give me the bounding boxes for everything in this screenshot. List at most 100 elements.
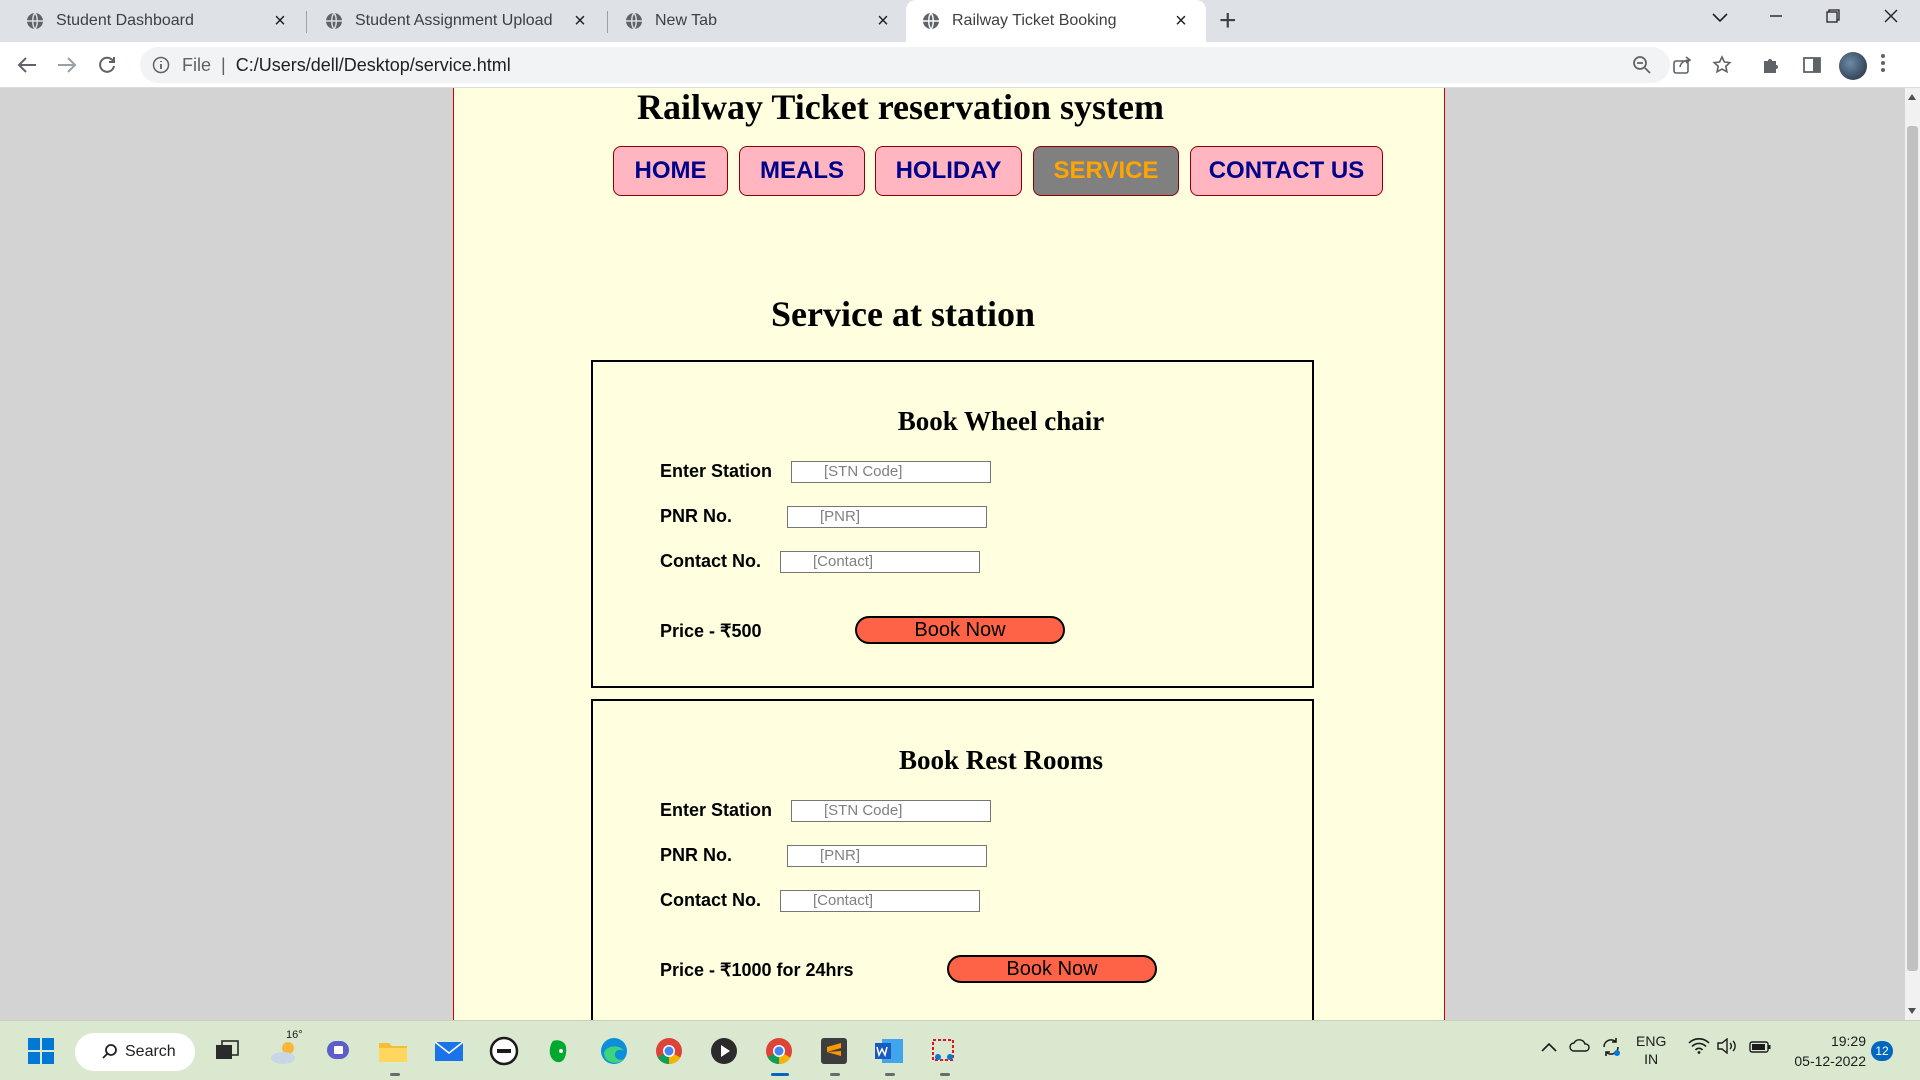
new-tab-button[interactable]: + bbox=[1219, 6, 1237, 36]
notification-badge[interactable]: 12 bbox=[1871, 1041, 1893, 1061]
page-viewport: Railway Ticket reservation system HOME M… bbox=[0, 88, 1905, 1020]
tab-title: New Tab bbox=[655, 12, 717, 29]
mail-icon[interactable] bbox=[431, 1033, 467, 1069]
address-bar[interactable]: File | C:/Users/dell/Desktop/service.htm… bbox=[140, 47, 1670, 83]
chrome-icon[interactable] bbox=[651, 1033, 687, 1069]
region-code: IN bbox=[1644, 1051, 1659, 1067]
onedrive-cloud-icon[interactable] bbox=[1569, 1038, 1591, 1055]
zoom-out-icon[interactable] bbox=[1627, 50, 1657, 80]
clock-date: 05-12-2022 bbox=[1794, 1053, 1866, 1069]
close-window-icon[interactable] bbox=[1876, 6, 1906, 29]
nav-home[interactable]: HOME bbox=[613, 146, 728, 196]
tab-student-assignment-upload[interactable]: Student Assignment Upload × bbox=[307, 0, 605, 42]
tab-title: Student Assignment Upload bbox=[355, 12, 553, 29]
share-icon[interactable] bbox=[1667, 50, 1697, 80]
extensions-puzzle-icon[interactable] bbox=[1756, 50, 1786, 80]
sync-icon[interactable] bbox=[1600, 1036, 1622, 1061]
tab-close-button[interactable]: × bbox=[269, 10, 291, 32]
running-app-indicator bbox=[940, 1073, 950, 1076]
minimize-icon[interactable] bbox=[1761, 6, 1791, 29]
back-arrow-icon[interactable] bbox=[12, 50, 42, 80]
language-indicator[interactable]: ENG IN bbox=[1636, 1032, 1666, 1068]
tab-close-button[interactable]: × bbox=[1170, 10, 1192, 32]
tab-student-dashboard[interactable]: Student Dashboard × bbox=[0, 0, 305, 42]
url-text[interactable]: C:/Users/dell/Desktop/service.html bbox=[236, 55, 511, 76]
info-icon[interactable] bbox=[150, 54, 172, 76]
scheme-separator: | bbox=[221, 54, 226, 75]
file-explorer-icon[interactable] bbox=[375, 1033, 411, 1069]
weather-temperature: 16° bbox=[286, 1029, 303, 1041]
contact-label: Contact No. bbox=[660, 890, 761, 910]
language-code: ENG bbox=[1636, 1033, 1667, 1049]
pnr-input[interactable]: [PNR] bbox=[787, 845, 987, 867]
scheme-label: File bbox=[182, 54, 212, 75]
scroll-up-arrow-icon[interactable] bbox=[1908, 94, 1916, 100]
site-title: Railway Ticket reservation system bbox=[637, 88, 1164, 127]
globe-icon bbox=[27, 12, 43, 30]
media-player-icon[interactable] bbox=[706, 1033, 742, 1069]
station-input[interactable]: [STN Code] bbox=[791, 461, 991, 483]
globe-icon bbox=[326, 12, 342, 30]
restore-icon[interactable] bbox=[1818, 6, 1848, 29]
search-label: Search bbox=[125, 1043, 176, 1060]
browser-tab-strip: Student Dashboard × Student Assignment U… bbox=[0, 0, 1920, 42]
bookmark-star-icon[interactable] bbox=[1707, 50, 1737, 80]
vertical-scrollbar[interactable] bbox=[1905, 88, 1920, 1020]
sublime-text-icon[interactable] bbox=[816, 1033, 852, 1069]
side-panel-icon[interactable] bbox=[1797, 50, 1827, 80]
nav-meals[interactable]: MEALS bbox=[739, 146, 865, 196]
contact-input[interactable]: [Contact] bbox=[780, 890, 980, 912]
windows-taskbar: Search 16° ENG IN 19:29 05-12-2022 12 bbox=[0, 1020, 1920, 1080]
contact-input[interactable]: [Contact] bbox=[780, 551, 980, 573]
pnr-input[interactable]: [PNR] bbox=[787, 506, 987, 528]
battery-icon[interactable] bbox=[1749, 1040, 1771, 1056]
book-now-button[interactable]: Book Now bbox=[947, 955, 1157, 983]
running-app-indicator bbox=[885, 1073, 895, 1076]
profile-avatar[interactable] bbox=[1839, 52, 1867, 80]
windows-start-icon[interactable] bbox=[23, 1033, 59, 1069]
edge-browser-icon[interactable] bbox=[596, 1033, 632, 1069]
chrome-active-icon[interactable] bbox=[761, 1033, 797, 1069]
forward-arrow-icon[interactable] bbox=[52, 50, 82, 80]
book-now-button[interactable]: Book Now bbox=[855, 616, 1065, 644]
reload-icon[interactable] bbox=[92, 50, 122, 80]
system-clock[interactable]: 19:29 05-12-2022 bbox=[1776, 1031, 1866, 1071]
active-app-indicator bbox=[771, 1073, 789, 1076]
card-title: Book Wheel chair bbox=[897, 406, 1105, 436]
tray-overflow-chevron-icon[interactable] bbox=[1541, 1039, 1557, 1055]
search-icon bbox=[102, 1044, 117, 1059]
word-icon[interactable] bbox=[871, 1033, 907, 1069]
wifi-icon[interactable] bbox=[1688, 1038, 1710, 1057]
tab-title: Railway Ticket Booking bbox=[952, 12, 1117, 29]
page-container: Railway Ticket reservation system HOME M… bbox=[453, 88, 1445, 1020]
teams-chat-icon[interactable] bbox=[321, 1033, 357, 1069]
station-input[interactable]: [STN Code] bbox=[791, 800, 991, 822]
taskbar-search[interactable]: Search bbox=[75, 1033, 195, 1071]
station-label: Enter Station bbox=[660, 800, 773, 820]
nav-contact-us[interactable]: CONTACT US bbox=[1190, 146, 1383, 196]
scrollbar-thumb[interactable] bbox=[1907, 126, 1918, 971]
dell-app-icon[interactable] bbox=[486, 1033, 522, 1069]
globe-icon bbox=[923, 12, 939, 30]
tab-railway-ticket-booking[interactable]: Railway Ticket Booking × bbox=[906, 0, 1206, 42]
pnr-label: PNR No. bbox=[660, 506, 732, 526]
running-app-indicator bbox=[830, 1073, 840, 1076]
task-view-icon[interactable] bbox=[209, 1033, 245, 1069]
scroll-down-arrow-icon[interactable] bbox=[1908, 1008, 1916, 1014]
rest-room-booking-card: Book Rest Rooms Enter Station [STN Code]… bbox=[591, 699, 1314, 1020]
card-title: Book Rest Rooms bbox=[898, 745, 1103, 775]
evernote-icon[interactable] bbox=[541, 1033, 577, 1069]
menu-kebab-icon[interactable] bbox=[1880, 52, 1886, 80]
snipping-tool-icon[interactable] bbox=[926, 1033, 962, 1069]
clock-time: 19:29 bbox=[1830, 1033, 1866, 1049]
volume-icon[interactable] bbox=[1716, 1037, 1738, 1057]
nav-service[interactable]: SERVICE bbox=[1033, 146, 1179, 196]
tab-close-button[interactable]: × bbox=[872, 10, 894, 32]
weather-widget-icon[interactable]: 16° bbox=[268, 1029, 304, 1069]
price-label: Price - ₹500 bbox=[660, 621, 762, 641]
tab-search-chevron-icon[interactable] bbox=[1705, 6, 1735, 29]
wheelchair-booking-card: Book Wheel chair Enter Station [STN Code… bbox=[591, 360, 1314, 688]
tab-new-tab[interactable]: New Tab × bbox=[608, 0, 908, 42]
nav-holiday[interactable]: HOLIDAY bbox=[875, 146, 1022, 196]
tab-close-button[interactable]: × bbox=[569, 10, 591, 32]
